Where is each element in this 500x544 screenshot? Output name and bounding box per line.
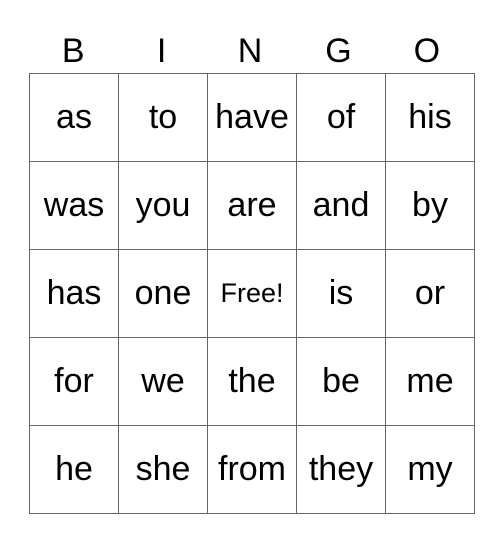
- bingo-cell[interactable]: for: [29, 337, 119, 426]
- bingo-cell[interactable]: from: [207, 425, 297, 514]
- bingo-cell[interactable]: you: [118, 161, 208, 250]
- grid-row: for we the be me: [29, 337, 475, 426]
- bingo-cell[interactable]: she: [118, 425, 208, 514]
- grid-row: he she from they my: [29, 425, 475, 514]
- header-letter-g: G: [325, 32, 352, 70]
- bingo-cell[interactable]: has: [29, 249, 119, 338]
- grid-row: as to have of his: [29, 73, 475, 162]
- bingo-cell[interactable]: they: [296, 425, 386, 514]
- bingo-cell[interactable]: was: [29, 161, 119, 250]
- grid-row: has one Free! is or: [29, 249, 475, 338]
- bingo-cell[interactable]: he: [29, 425, 119, 514]
- bingo-cell[interactable]: by: [385, 161, 475, 250]
- bingo-cell[interactable]: my: [385, 425, 475, 514]
- bingo-cell[interactable]: to: [118, 73, 208, 162]
- free-space-cell[interactable]: Free!: [207, 249, 297, 338]
- bingo-cell[interactable]: or: [385, 249, 475, 338]
- header-letter-i: I: [156, 32, 167, 70]
- bingo-cell[interactable]: is: [296, 249, 386, 338]
- grid-row: was you are and by: [29, 161, 475, 250]
- bingo-cell[interactable]: be: [296, 337, 386, 426]
- bingo-cell[interactable]: me: [385, 337, 475, 426]
- header-letter-n: N: [237, 32, 263, 70]
- bingo-header: B I N G O: [29, 30, 471, 73]
- bingo-cell[interactable]: his: [385, 73, 475, 162]
- bingo-cell[interactable]: as: [29, 73, 119, 162]
- bingo-cell[interactable]: of: [296, 73, 386, 162]
- header-letter-b: B: [61, 32, 85, 70]
- bingo-cell[interactable]: one: [118, 249, 208, 338]
- bingo-cell[interactable]: we: [118, 337, 208, 426]
- bingo-cell[interactable]: the: [207, 337, 297, 426]
- bingo-cell[interactable]: have: [207, 73, 297, 162]
- bingo-grid: as to have of his was you are and by has…: [29, 73, 475, 514]
- bingo-cell[interactable]: are: [207, 161, 297, 250]
- bingo-cell[interactable]: and: [296, 161, 386, 250]
- header-letter-o: O: [413, 32, 441, 70]
